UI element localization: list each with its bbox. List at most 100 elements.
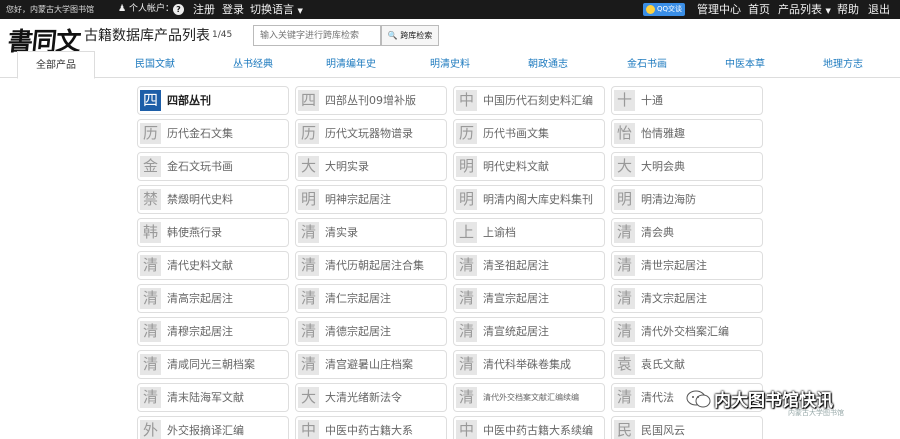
- product-card[interactable]: 清清仁宗起居注: [295, 284, 447, 313]
- product-card[interactable]: 清清代科举硃卷集成: [453, 350, 605, 379]
- language-label: 切换语言: [250, 3, 294, 16]
- product-card[interactable]: 清清实录: [295, 218, 447, 247]
- product-card[interactable]: 清清代史料文献: [137, 251, 289, 280]
- product-card[interactable]: 外外交报摘译汇编: [137, 416, 289, 439]
- product-name: 四部丛刊09增补版: [325, 94, 416, 107]
- product-card[interactable]: 清清宣统起居注: [453, 317, 605, 346]
- tab-7[interactable]: 金石书画: [608, 51, 686, 78]
- logout-link[interactable]: 退出: [868, 0, 890, 19]
- product-card[interactable]: 明明代史料文献: [453, 152, 605, 181]
- product-card[interactable]: 历历代金石文集: [137, 119, 289, 148]
- search-button[interactable]: 🔍 跨库检索: [381, 25, 439, 46]
- product-glyph-icon: 四: [140, 90, 161, 111]
- product-card[interactable]: 袁袁氏文献: [611, 350, 763, 379]
- product-card[interactable]: 清清代外交档案汇编: [611, 317, 763, 346]
- product-glyph-icon: 历: [298, 123, 319, 144]
- product-card[interactable]: 上上谕档: [453, 218, 605, 247]
- product-name: 韩使燕行录: [167, 226, 222, 239]
- product-card[interactable]: 历历代文玩器物谱录: [295, 119, 447, 148]
- product-glyph-icon: 清: [456, 255, 477, 276]
- product-card[interactable]: 十十通: [611, 86, 763, 115]
- product-name: 历代文玩器物谱录: [325, 127, 413, 140]
- product-card[interactable]: 金金石文玩书画: [137, 152, 289, 181]
- tab-2[interactable]: 民国文献: [116, 51, 194, 78]
- product-card[interactable]: 怡怡情雅趣: [611, 119, 763, 148]
- tab-3[interactable]: 丛书经典: [214, 51, 292, 78]
- tab-8[interactable]: 中医本草: [706, 51, 784, 78]
- help-circle-icon[interactable]: ?: [173, 4, 184, 15]
- product-name: 清代史料文献: [167, 259, 233, 272]
- help-link[interactable]: 帮助: [837, 0, 859, 19]
- account-menu[interactable]: ♟ 个人帐户：: [118, 0, 174, 19]
- admin-center-link[interactable]: 管理中心: [697, 0, 741, 19]
- tab-9[interactable]: 地理方志: [804, 51, 882, 78]
- product-card[interactable]: 禁禁燬明代史料: [137, 185, 289, 214]
- product-card[interactable]: 大大明会典: [611, 152, 763, 181]
- product-glyph-icon: 清: [456, 321, 477, 342]
- product-name: 上谕档: [483, 226, 516, 239]
- product-card[interactable]: 明明神宗起居注: [295, 185, 447, 214]
- search-input[interactable]: [253, 25, 381, 46]
- product-card[interactable]: 清清圣祖起居注: [453, 251, 605, 280]
- search-button-label: 跨库检索: [400, 31, 433, 40]
- product-list-menu[interactable]: 产品列表 ▼: [778, 0, 831, 19]
- product-card[interactable]: 明明清边海防: [611, 185, 763, 214]
- product-name: 袁氏文献: [641, 358, 685, 371]
- product-name: 明代史料文献: [483, 160, 549, 173]
- product-card[interactable]: 清清文宗起居注: [611, 284, 763, 313]
- product-card[interactable]: 大大明实录: [295, 152, 447, 181]
- product-name: 大明会典: [641, 160, 685, 173]
- product-card[interactable]: 清清代外交档案文献汇编续编: [453, 383, 605, 412]
- product-name: 禁燬明代史料: [167, 193, 233, 206]
- tab-4[interactable]: 明清编年史: [312, 51, 390, 78]
- product-card[interactable]: 中中医中药古籍大系续编: [453, 416, 605, 439]
- product-card[interactable]: 韩韩使燕行录: [137, 218, 289, 247]
- product-card[interactable]: 历历代书画文集: [453, 119, 605, 148]
- product-name: 清会典: [641, 226, 674, 239]
- product-card[interactable]: 四四部丛刊09增补版: [295, 86, 447, 115]
- product-name: 清末陆海军文献: [167, 391, 244, 404]
- product-glyph-icon: 中: [298, 420, 319, 439]
- product-card[interactable]: 清清穆宗起居注: [137, 317, 289, 346]
- product-card[interactable]: 清清咸同光三朝档案: [137, 350, 289, 379]
- wechat-icon: [686, 390, 711, 408]
- tab-6[interactable]: 朝政通志: [509, 51, 587, 78]
- product-card[interactable]: 清清德宗起居注: [295, 317, 447, 346]
- product-name: 大明实录: [325, 160, 369, 173]
- product-glyph-icon: 十: [614, 90, 635, 111]
- tab-5[interactable]: 明清史料: [411, 51, 489, 78]
- product-glyph-icon: 清: [140, 255, 161, 276]
- language-switch[interactable]: 切换语言 ▼: [250, 0, 303, 19]
- product-card[interactable]: 中中国历代石刻史料汇编: [453, 86, 605, 115]
- product-card[interactable]: 清清宫避暑山庄档案: [295, 350, 447, 379]
- login-link[interactable]: 登录: [222, 0, 244, 19]
- watermark-subtext: 内蒙古大学图书馆: [788, 409, 844, 417]
- product-card[interactable]: 清清高宗起居注: [137, 284, 289, 313]
- product-card[interactable]: 清清末陆海军文献: [137, 383, 289, 412]
- product-glyph-icon: 清: [456, 354, 477, 375]
- product-card[interactable]: 清清宣宗起居注: [453, 284, 605, 313]
- product-name: 清代外交档案汇编: [641, 325, 729, 338]
- home-link[interactable]: 首页: [748, 0, 770, 19]
- product-glyph-icon: 明: [298, 189, 319, 210]
- product-card[interactable]: 四四部丛刊: [137, 86, 289, 115]
- product-glyph-icon: 明: [456, 189, 477, 210]
- product-name: 清代外交档案文献汇编续编: [483, 393, 579, 402]
- product-glyph-icon: 大: [298, 387, 319, 408]
- product-name: 清世宗起居注: [641, 259, 707, 272]
- product-name: 十通: [641, 94, 663, 107]
- product-card[interactable]: 大大清光绪新法令: [295, 383, 447, 412]
- greeting-text: 您好，内蒙古大学图书馆: [6, 5, 94, 14]
- product-glyph-icon: 清: [298, 354, 319, 375]
- product-card[interactable]: 中中医中药古籍大系: [295, 416, 447, 439]
- product-card[interactable]: 清清会典: [611, 218, 763, 247]
- product-glyph-icon: 历: [456, 123, 477, 144]
- register-link[interactable]: 注册: [193, 0, 215, 19]
- product-name: 怡情雅趣: [641, 127, 685, 140]
- product-card[interactable]: 清清代历朝起居注合集: [295, 251, 447, 280]
- product-glyph-icon: 清: [614, 222, 635, 243]
- tab-1[interactable]: 全部产品: [17, 51, 95, 79]
- product-card[interactable]: 明明清内阁大库史料集刊: [453, 185, 605, 214]
- product-card[interactable]: 清清世宗起居注: [611, 251, 763, 280]
- qq-chat-button[interactable]: QQ交谈: [643, 3, 686, 16]
